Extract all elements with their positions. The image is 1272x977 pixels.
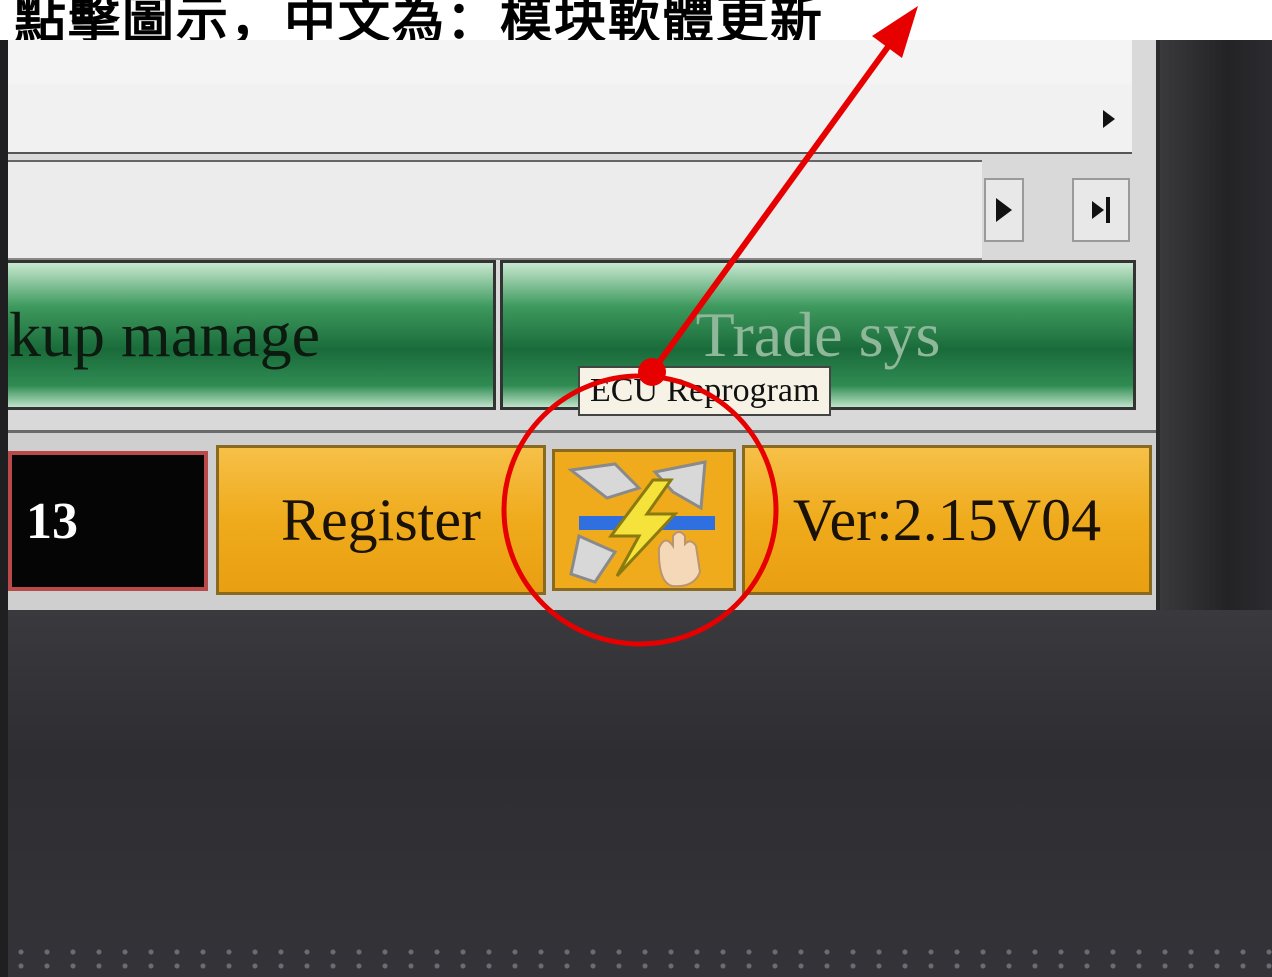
monitor-bezel-left xyxy=(0,40,8,977)
caption-strip: 點擊圖示，中文為：模块軟體更新 xyxy=(0,0,1272,40)
scroll-next-button[interactable] xyxy=(984,178,1024,242)
monitor-bezel-right xyxy=(1160,40,1272,640)
list-panel xyxy=(8,40,1132,154)
backup-manage-button[interactable]: kup manage xyxy=(8,260,496,410)
scroll-last-button[interactable] xyxy=(1072,178,1130,242)
end-bar-icon xyxy=(1106,197,1110,223)
speaker-grille xyxy=(8,945,1272,977)
scroll-right-button-top[interactable] xyxy=(1088,92,1130,146)
triangle-right-icon xyxy=(1092,201,1104,219)
list-row xyxy=(8,40,1132,84)
caption-text: 點擊圖示，中文為：模块軟體更新 xyxy=(14,0,825,40)
trade-sys-label: Trade sys xyxy=(695,299,941,370)
version-button[interactable]: Ver:2.15V04 xyxy=(742,445,1152,595)
status-bar: 13 Register Ver:2.15V04 xyxy=(8,430,1156,610)
counter-value: 13 xyxy=(26,492,78,550)
horizontal-scrollbar[interactable] xyxy=(8,160,1130,260)
ecu-reprogram-tooltip: ECU Reprogram xyxy=(578,366,832,416)
monitor-body xyxy=(8,610,1272,977)
register-label: Register xyxy=(281,486,481,553)
backup-manage-label: kup manage xyxy=(9,299,320,370)
ecu-reprogram-button[interactable] xyxy=(552,449,736,591)
register-button[interactable]: Register xyxy=(216,445,546,595)
counter-display: 13 xyxy=(8,451,208,591)
triangle-right-icon xyxy=(1103,110,1115,128)
device-screen: kup manage Trade sys 13 Register Ver:2.1… xyxy=(8,40,1156,610)
version-label: Ver:2.15V04 xyxy=(792,486,1102,553)
triangle-right-icon xyxy=(996,198,1012,222)
tooltip-label: ECU Reprogram xyxy=(590,372,820,409)
ecu-reprogram-icon xyxy=(555,452,733,588)
